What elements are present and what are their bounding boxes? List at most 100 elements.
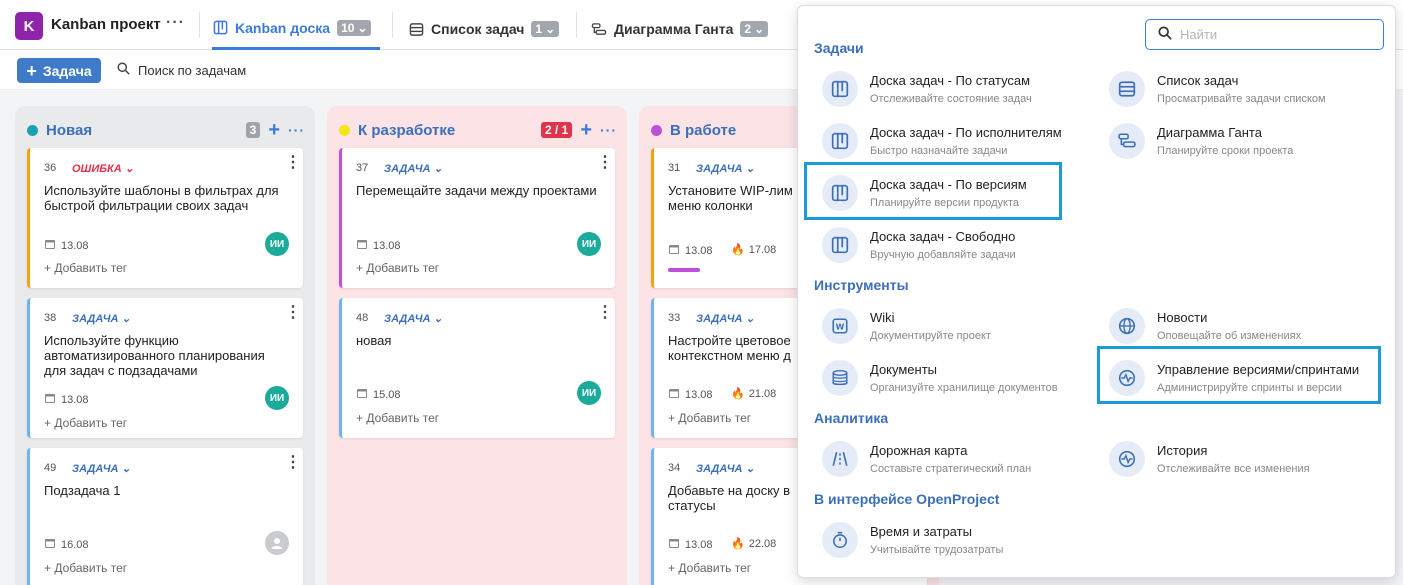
task-title[interactable]: Подзадача 1 (44, 483, 289, 498)
menu-item-gantt[interactable]: Диаграмма Ганта Планируйте сроки проекта (1109, 121, 1369, 165)
start-date[interactable]: 15.08 (356, 387, 401, 402)
menu-item-wiki[interactable]: W Wiki Документируйте проект (822, 306, 1082, 350)
card-menu-icon[interactable]: ⋮ (285, 155, 301, 171)
menu-item-history[interactable]: История Отслеживайте все изменения (1109, 439, 1369, 483)
tab-task-list[interactable]: Список задач 1 ⌄ (408, 8, 560, 50)
menu-item-desc: Планируйте сроки проекта (1157, 145, 1294, 157)
add-tag-link[interactable]: + Добавить тег (44, 416, 127, 430)
menu-item-task-list[interactable]: Список задач Просматривайте задачи списк… (1109, 69, 1369, 113)
due-date[interactable]: 🔥 22.08 (731, 537, 776, 551)
globe-icon (1109, 308, 1145, 344)
card-menu-icon[interactable]: ⋮ (597, 155, 613, 171)
menu-search-input[interactable] (1180, 27, 1370, 42)
fire-icon: 🔥 (731, 538, 745, 550)
calendar-icon (356, 387, 368, 402)
task-card[interactable]: 48 ЗАДАЧА ⌄ ⋮ новая 15.08 ИИ + Добавить … (339, 298, 615, 438)
start-date[interactable]: 13.08 (668, 243, 713, 258)
task-type-dropdown[interactable]: ЗАДАЧА ⌄ (696, 462, 755, 475)
documents-icon (822, 360, 858, 396)
add-tag-link[interactable]: + Добавить тег (356, 261, 439, 275)
menu-item-desc: Быстро назначайте задачи (870, 145, 1008, 157)
task-card[interactable]: 37 ЗАДАЧА ⌄ ⋮ Перемещайте задачи между п… (339, 148, 615, 288)
project-name[interactable]: Kanban проект (51, 16, 161, 33)
avatar[interactable]: ИИ (577, 381, 601, 405)
add-tag-link[interactable]: + Добавить тег (44, 561, 127, 575)
calendar-icon (44, 392, 56, 407)
due-date[interactable]: 🔥 17.08 (731, 243, 776, 257)
avatar[interactable]: ИИ (577, 232, 601, 256)
task-type-dropdown[interactable]: ЗАДАЧА ⌄ (72, 312, 131, 325)
start-date[interactable]: 13.08 (668, 387, 713, 402)
task-title[interactable]: новая (356, 333, 601, 348)
task-card[interactable]: 36 ОШИБКА ⌄ ⋮ Используйте шаблоны в филь… (27, 148, 303, 288)
plus-icon: + (26, 60, 37, 81)
avatar[interactable]: ИИ (265, 232, 289, 256)
tab-gantt[interactable]: Диаграмма Ганта 2 ⌄ (591, 8, 769, 50)
add-tag-link[interactable]: + Добавить тег (668, 411, 751, 425)
menu-item-time-costs[interactable]: Время и затраты Учитывайте трудозатраты (822, 520, 1082, 564)
menu-item-board-by-assignee[interactable]: Доска задач - По исполнителям Быстро наз… (822, 121, 1082, 165)
task-type-dropdown[interactable]: ЗАДАЧА ⌄ (72, 462, 131, 475)
status-dot-icon (27, 124, 38, 136)
add-card-icon[interactable]: + (580, 120, 592, 140)
task-type-dropdown[interactable]: ЗАДАЧА ⌄ (384, 162, 443, 175)
card-menu-icon[interactable]: ⋮ (285, 455, 301, 471)
task-card[interactable]: 38 ЗАДАЧА ⌄ ⋮ Используйте функцию автома… (27, 298, 303, 438)
menu-item-desc: Просматривайте задачи списком (1157, 93, 1326, 105)
menu-item-desc: Вручную добавляйте задачи (870, 249, 1016, 261)
due-date[interactable]: 🔥 21.08 (731, 387, 776, 401)
menu-item-roadmap[interactable]: Дорожная карта Составьте стратегический … (822, 439, 1082, 483)
menu-item-board-free[interactable]: Доска задач - Свободно Вручную добавляйт… (822, 225, 1082, 269)
start-date[interactable]: 16.08 (44, 537, 89, 552)
column-menu-icon[interactable]: ··· (600, 122, 617, 138)
menu-item-name: Доска задач - По статусам (870, 73, 1031, 88)
highlight-frame (1097, 346, 1381, 404)
column-title[interactable]: К разработке (358, 122, 455, 139)
add-tag-link[interactable]: + Добавить тег (668, 561, 751, 575)
task-number: 37 (356, 162, 369, 174)
task-title[interactable]: Установите WIP-лим меню колонки (668, 183, 797, 213)
task-title[interactable]: Добавьте на доску в статусы (668, 483, 791, 513)
start-date[interactable]: 13.08 (356, 238, 401, 253)
column-menu-icon[interactable]: ··· (288, 122, 305, 138)
start-date[interactable]: 13.08 (44, 238, 89, 253)
menu-item-documents[interactable]: Документы Организуйте хранилище документ… (822, 358, 1082, 402)
avatar-placeholder-icon[interactable] (265, 531, 289, 555)
add-tag-link[interactable]: + Добавить тег (356, 411, 439, 425)
task-title[interactable]: Настройте цветовое контекстном меню д (668, 333, 791, 363)
task-search[interactable]: Поиск по задачам (117, 62, 246, 78)
tab-count-badge[interactable]: 2 ⌄ (740, 21, 769, 37)
add-tag-link[interactable]: + Добавить тег (44, 261, 127, 275)
task-type-dropdown[interactable]: ОШИБКА ⌄ (72, 162, 134, 175)
status-dot-icon (651, 124, 662, 136)
task-type-dropdown[interactable]: ЗАДАЧА ⌄ (696, 162, 755, 175)
add-card-icon[interactable]: + (268, 120, 280, 140)
task-title[interactable]: Используйте функцию автоматизированного … (44, 333, 289, 378)
card-menu-icon[interactable]: ⋮ (597, 305, 613, 321)
menu-search-field[interactable] (1145, 19, 1384, 50)
project-logo[interactable]: K (15, 12, 43, 40)
column-title[interactable]: Новая (46, 122, 92, 139)
tab-count-badge[interactable]: 10 ⌄ (337, 19, 372, 36)
card-menu-icon[interactable]: ⋮ (285, 305, 301, 321)
task-number: 49 (44, 462, 57, 474)
kanban-icon (822, 71, 858, 107)
menu-item-board-by-status[interactable]: Доска задач - По статусам Отслеживайте с… (822, 69, 1082, 113)
task-title[interactable]: Перемещайте задачи между проектами (356, 183, 601, 198)
tab-kanban-board[interactable]: Kanban доска 10 ⌄ (212, 8, 380, 50)
avatar[interactable]: ИИ (265, 386, 289, 410)
task-title[interactable]: Используйте шаблоны в фильтрах для быстр… (44, 183, 289, 213)
kanban-icon (822, 227, 858, 263)
task-type-dropdown[interactable]: ЗАДАЧА ⌄ (384, 312, 443, 325)
start-date[interactable]: 13.08 (668, 537, 713, 552)
start-date[interactable]: 13.08 (44, 392, 89, 407)
menu-item-news[interactable]: Новости Оповещайте об изменениях (1109, 306, 1369, 350)
menu-item-desc: Составьте стратегический план (870, 463, 1032, 475)
add-task-button[interactable]: + Задача (17, 58, 101, 83)
modules-menu: Задачи Доска задач - По статусам Отслежи… (797, 5, 1396, 578)
column-title[interactable]: В работе (670, 122, 736, 139)
tab-count-badge[interactable]: 1 ⌄ (531, 21, 560, 37)
task-type-dropdown[interactable]: ЗАДАЧА ⌄ (696, 312, 755, 325)
task-card[interactable]: 49 ЗАДАЧА ⌄ ⋮ Подзадача 1 16.08 + Добави… (27, 448, 303, 585)
project-more-icon[interactable]: ··· (166, 14, 185, 32)
